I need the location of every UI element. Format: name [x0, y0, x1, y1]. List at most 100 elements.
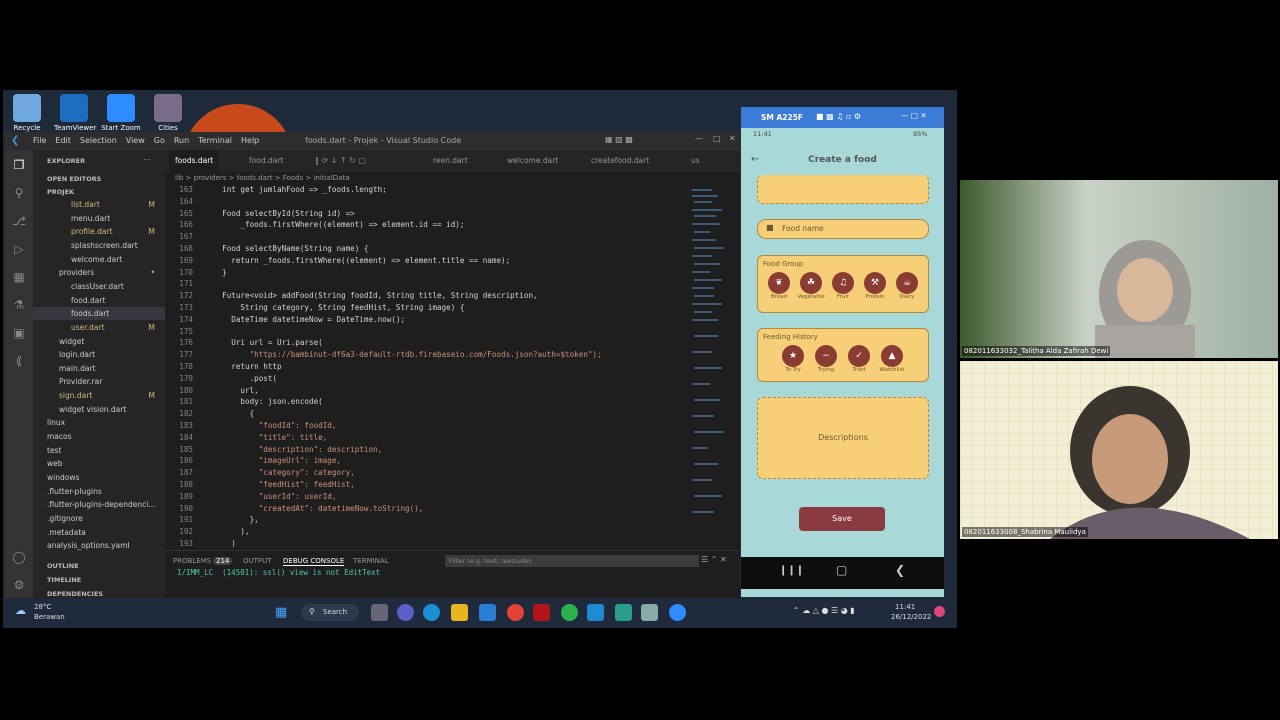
- dependencies-section[interactable]: DEPENDENCIES: [47, 590, 103, 598]
- file-tree-item[interactable]: .metadata: [33, 526, 165, 539]
- tab-problems[interactable]: PROBLEMS: [173, 557, 211, 565]
- file-tree-item[interactable]: providers •: [33, 266, 165, 279]
- editor-tab[interactable]: us: [685, 150, 706, 172]
- tab-terminal[interactable]: TERMINAL: [353, 557, 389, 565]
- feeding-history-option[interactable]: ✓ Tried: [844, 345, 874, 373]
- feeding-history-option[interactable]: ▲ Watchlist: [877, 345, 907, 373]
- close-button[interactable]: ✕: [729, 134, 736, 143]
- home-icon[interactable]: ▢: [836, 563, 847, 577]
- system-tray-icons[interactable]: ⌃ ☁ △ ● ☰ ◕ ▮: [793, 606, 855, 615]
- taskbar-search[interactable]: ⚲ Search: [301, 604, 359, 621]
- file-tree-item[interactable]: windows: [33, 471, 165, 484]
- breadcrumb[interactable]: lib > providers > foods.dart > Foods > i…: [165, 172, 750, 184]
- feeding-history-option[interactable]: − Trying: [811, 345, 841, 373]
- desktop-icon[interactable]: Cities: [148, 94, 188, 132]
- run-debug-icon[interactable]: ▷: [12, 242, 26, 256]
- start-windows-icon[interactable]: ▦: [275, 605, 287, 620]
- food-group-option[interactable]: ☕ Dairy: [892, 272, 922, 300]
- extensions-icon[interactable]: ▦: [12, 270, 26, 284]
- file-tree-item[interactable]: menu.dart: [33, 212, 165, 225]
- mail-icon[interactable]: [479, 604, 496, 621]
- open-editors-section[interactable]: OPEN EDITORS: [47, 175, 101, 183]
- menu-item[interactable]: Help: [241, 136, 259, 145]
- layout-toggle-icon[interactable]: ▦ ▧ ▩: [605, 135, 633, 144]
- tab-debug-console[interactable]: DEBUG CONSOLE: [283, 557, 345, 566]
- acrobat-icon[interactable]: [533, 604, 550, 621]
- maximize-button[interactable]: □: [713, 134, 721, 143]
- xbox-icon[interactable]: [561, 604, 578, 621]
- back-icon[interactable]: ❮: [895, 563, 905, 577]
- chrome-icon[interactable]: [507, 604, 524, 621]
- file-explorer-icon[interactable]: [451, 604, 468, 621]
- recent-apps-icon[interactable]: ❙❙❙: [779, 565, 804, 576]
- file-tree-item[interactable]: splashscreen.dart: [33, 239, 165, 252]
- menu-item[interactable]: Go: [154, 136, 165, 145]
- code-editor[interactable]: 163 int get jumlahFood => _foods.length;…: [165, 185, 685, 550]
- file-tree-item[interactable]: welcome.dart: [33, 253, 165, 266]
- file-tree-item[interactable]: macos: [33, 430, 165, 443]
- phone-window-controls[interactable]: — □ ✕: [901, 111, 927, 120]
- food-group-option[interactable]: ⚒ Protein: [860, 272, 890, 300]
- file-tree-item[interactable]: analysis_options.yaml: [33, 539, 165, 552]
- edge-icon[interactable]: [423, 604, 440, 621]
- explorer-icon[interactable]: ❐: [12, 158, 26, 172]
- file-tree-item[interactable]: foods.dart: [33, 307, 165, 321]
- menu-item[interactable]: Terminal: [198, 136, 232, 145]
- teams-icon[interactable]: [397, 604, 414, 621]
- food-group-option[interactable]: ☘ Vegetable: [796, 272, 826, 300]
- file-tree-item[interactable]: widget vision.dart: [33, 403, 165, 416]
- editor-tab[interactable]: createfood.dart: [585, 150, 655, 172]
- image-picker-box[interactable]: [757, 175, 929, 204]
- file-tree-item[interactable]: widget: [33, 335, 165, 348]
- file-tree-item[interactable]: .flutter-plugins-dependenci...: [33, 498, 165, 511]
- panel-actions-icon[interactable]: ☰ ⌃ ✕: [701, 555, 727, 564]
- settings-gear-icon[interactable]: ⚙: [12, 578, 26, 592]
- file-tree-item[interactable]: main.dart: [33, 362, 165, 375]
- account-icon[interactable]: ◯: [12, 550, 26, 564]
- remote-icon[interactable]: ⟪: [12, 354, 26, 368]
- food-group-option[interactable]: ♫ Fruit: [828, 272, 858, 300]
- task-view-icon[interactable]: [371, 604, 388, 621]
- file-tree-item[interactable]: list.dart M: [33, 198, 165, 211]
- file-tree-item[interactable]: login.dart: [33, 348, 165, 361]
- desktop-icon[interactable]: Start Zoom: [101, 94, 141, 132]
- file-tree-item[interactable]: classUser.dart: [33, 280, 165, 293]
- source-control-icon[interactable]: ⎇: [12, 214, 26, 228]
- desktop-icon[interactable]: TeamViewer: [54, 94, 96, 132]
- tab-output[interactable]: OUTPUT: [243, 557, 272, 565]
- notepad-icon[interactable]: [615, 604, 632, 621]
- file-tree-item[interactable]: linux: [33, 416, 165, 429]
- file-tree-item[interactable]: user.dart M: [33, 321, 165, 334]
- zoom-taskbar-icon[interactable]: [669, 604, 686, 621]
- phone-link-icon[interactable]: [641, 604, 658, 621]
- menu-item[interactable]: Edit: [55, 136, 71, 145]
- menu-item[interactable]: File: [33, 136, 46, 145]
- minimize-button[interactable]: —: [695, 134, 703, 143]
- docker-icon[interactable]: ▣: [12, 326, 26, 340]
- menu-item[interactable]: Selection: [80, 136, 117, 145]
- vscode-taskbar-icon[interactable]: [587, 604, 604, 621]
- file-tree-item[interactable]: .flutter-plugins: [33, 485, 165, 498]
- project-section[interactable]: PROJEK: [47, 188, 74, 196]
- file-tree-item[interactable]: sign.dart M: [33, 389, 165, 402]
- menu-item[interactable]: Run: [174, 136, 189, 145]
- filter-input[interactable]: Filter (e.g. text, !exclude): [445, 555, 699, 567]
- description-field[interactable]: Descriptions: [757, 397, 929, 479]
- file-tree-item[interactable]: .gitignore: [33, 512, 165, 525]
- feeding-history-option[interactable]: ★ To Try: [778, 345, 808, 373]
- save-button[interactable]: Save: [799, 507, 885, 531]
- file-tree-item[interactable]: profile.dart M: [33, 225, 165, 238]
- file-tree-item[interactable]: food.dart: [33, 294, 165, 307]
- food-group-option[interactable]: ❦ Bread: [764, 272, 794, 300]
- food-name-field[interactable]: ■ Food name: [757, 219, 929, 239]
- outline-section[interactable]: OUTLINE: [47, 562, 79, 570]
- editor-tab[interactable]: welcome.dart: [501, 150, 564, 172]
- file-tree-item[interactable]: web: [33, 457, 165, 470]
- menu-item[interactable]: View: [126, 136, 145, 145]
- search-icon[interactable]: ⚲: [12, 186, 26, 200]
- editor-tab[interactable]: foods.dart: [169, 150, 220, 172]
- phone-toolbar-icons[interactable]: ■ ▩ ♫ ▫ ⚙: [816, 112, 861, 121]
- minimap[interactable]: [690, 185, 730, 550]
- timeline-section[interactable]: TIMELINE: [47, 576, 81, 584]
- editor-tab[interactable]: reen.dart: [427, 150, 474, 172]
